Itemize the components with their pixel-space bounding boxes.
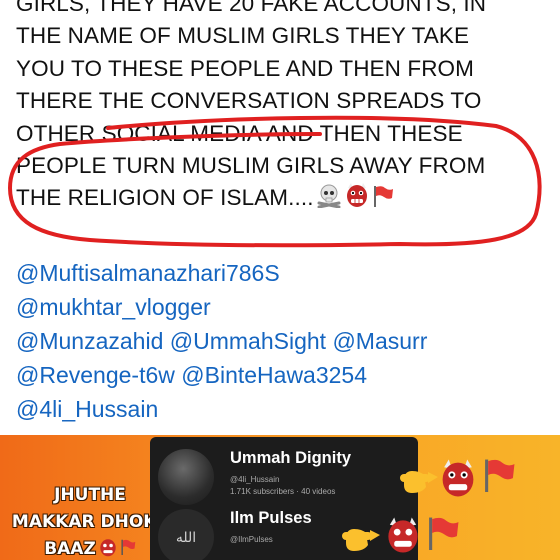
red-flag-icon (426, 513, 460, 558)
pointing-hand-icon (398, 463, 440, 500)
mention-link[interactable]: @UmmahSight (170, 328, 326, 354)
caption-line-last: BAAZ (10, 536, 170, 560)
channel-name: Ummah Dignity (230, 449, 352, 467)
channel-item[interactable]: Ummah Dignity @4li_Hussain 1.71K subscri… (158, 445, 413, 505)
post-line: OTHER SOCIAL MEDIA AND THEN THESE (16, 120, 463, 146)
post-line: GIRLS, THEY HAVE 20 FAKE ACCOUNTS, IN (16, 0, 487, 16)
mention-link[interactable]: @Muftisalmanazhari786S (16, 260, 280, 286)
post-line: THERE THE CONVERSATION SPREADS TO (16, 88, 482, 114)
ogre-icon (98, 537, 118, 560)
caption-line: MAKKAR DHOKE (11, 512, 169, 532)
attached-image[interactable]: JHUTHE MAKKAR DHOKE BAAZ Ummah Dignity @… (0, 435, 560, 560)
avatar-text: الله (175, 529, 197, 545)
channel-name: Ilm Pulses (230, 509, 312, 527)
ogre-icon (344, 182, 370, 217)
thumbnail-caption: JHUTHE MAKKAR DHOKE BAAZ (10, 482, 170, 560)
post-text: GIRLS, THEY HAVE 20 FAKE ACCOUNTS, IN TH… (16, 0, 546, 215)
channel-handle: @IlmPulses (230, 535, 273, 544)
caption-line: BAAZ (44, 539, 96, 559)
channel-stats: 1.71K subscribers · 40 videos (230, 487, 336, 496)
post-line-last: THE RELIGION OF ISLAM.... (16, 182, 546, 214)
channel-handle: @4li_Hussain (230, 475, 280, 484)
red-flag-icon (482, 455, 516, 500)
channel-avatar: الله (158, 509, 214, 560)
red-flag-icon (372, 184, 394, 217)
mention-link[interactable]: @Revenge-t6w (16, 362, 175, 388)
red-flag-icon (120, 537, 136, 560)
post-line: THE NAME OF MUSLIM GIRLS THEY TAKE (16, 23, 470, 49)
mention-link[interactable]: @BinteHawa3254 (181, 362, 367, 388)
caption-line: JHUTHE (54, 485, 126, 505)
channel-avatar (158, 449, 214, 505)
skull-crossbones-icon (316, 184, 342, 217)
post-line: THE RELIGION OF ISLAM.... (16, 185, 314, 211)
mention-link[interactable]: @4li_Hussain (16, 396, 158, 422)
pointing-hand-icon (340, 521, 382, 558)
post-line: YOU TO THESE PEOPLE AND THEN FROM (16, 55, 474, 81)
ogre-icon (384, 515, 422, 560)
ogre-icon (438, 457, 478, 504)
mention-list: @Muftisalmanazhari786S @mukhtar_vlogger … (16, 256, 427, 426)
mention-link[interactable]: @mukhtar_vlogger (16, 294, 211, 320)
mention-link[interactable]: @Munzazahid (16, 328, 163, 354)
post-line: PEOPLE TURN MUSLIM GIRLS AWAY FROM (16, 152, 486, 178)
mention-link[interactable]: @Masurr (332, 328, 427, 354)
